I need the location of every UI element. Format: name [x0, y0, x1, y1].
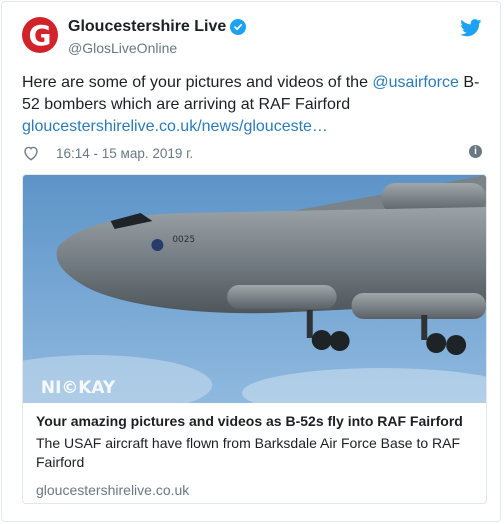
card-description: The USAF aircraft have flown from Barksd…	[36, 435, 461, 470]
display-name[interactable]: Gloucestershire Live	[68, 18, 226, 36]
card-body: Your amazing pictures and videos as B-52…	[23, 403, 486, 498]
card-title[interactable]: Your amazing pictures and videos as B-52…	[36, 411, 473, 431]
tail-number: 0025	[172, 235, 195, 245]
info-icon[interactable]: i	[469, 145, 482, 158]
embedded-tweet: G Gloucestershire Live @GlosLiveOnline H…	[1, 1, 501, 522]
article-link[interactable]: gloucestershirelive.co.uk/news/glouceste…	[22, 116, 487, 138]
tweet-header: G Gloucestershire Live @GlosLiveOnline	[22, 17, 482, 65]
avatar[interactable]: G	[22, 17, 58, 53]
timestamp[interactable]: 16:14 - 15 мар. 2019 г.	[56, 146, 193, 161]
tweet-text-part-1: Here are some of your pictures and video…	[22, 74, 373, 91]
twitter-bird-icon[interactable]	[460, 19, 482, 37]
link-card[interactable]: 0025 NI©KAY Your amazing pictures and vi…	[22, 174, 487, 504]
image-watermark: NI©KAY	[41, 377, 116, 397]
card-image: 0025 NI©KAY	[23, 175, 486, 403]
card-domain: gloucestershirelive.co.uk	[36, 482, 190, 498]
display-name-row: Gloucestershire Live	[68, 17, 247, 37]
tweet-text: Here are some of your pictures and video…	[22, 72, 487, 138]
mention-link[interactable]: @usairforce	[372, 74, 459, 91]
heart-icon[interactable]	[22, 144, 40, 162]
tweet-meta: 16:14 - 15 мар. 2019 г. i	[22, 143, 482, 163]
author-names[interactable]: Gloucestershire Live @GlosLiveOnline	[68, 17, 247, 56]
handle[interactable]: @GlosLiveOnline	[68, 40, 246, 56]
verified-badge-icon	[230, 19, 247, 35]
